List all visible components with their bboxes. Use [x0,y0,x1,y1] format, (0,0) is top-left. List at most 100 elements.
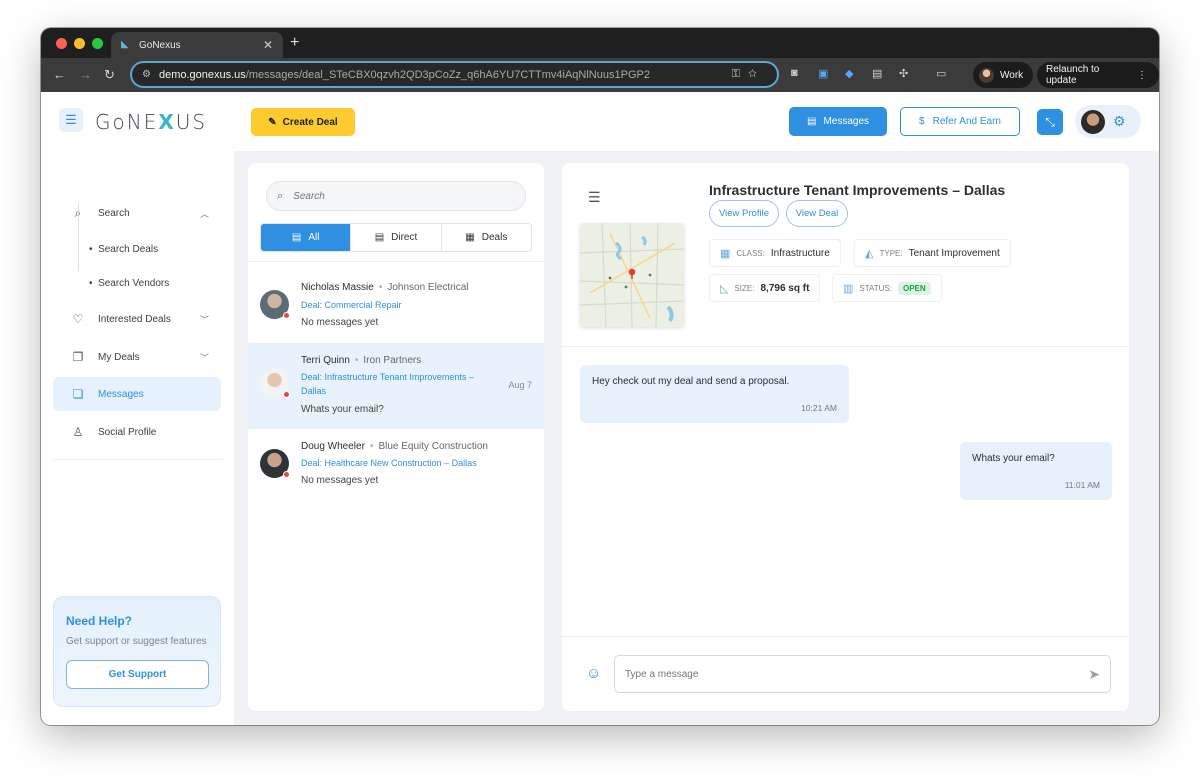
sidebar: ⌕ Search ︿ • Search Deals • Search Vendo… [41,151,234,725]
composer-divider [562,636,1129,637]
sidebar-item-my-deals[interactable]: ❐ My Deals ﹀ [53,340,221,374]
new-tab-button[interactable]: + [290,34,299,52]
conversation-filter-tabs: ▤ All ▤ Direct ▦ Deals [260,223,532,252]
message-composer[interactable]: ➤ [614,655,1111,693]
last-message: No messages yet [301,475,379,486]
conversation-search[interactable]: ⌕ [266,181,526,211]
view-deal-button[interactable]: View Deal [786,200,848,227]
submenu-guide-line [78,203,79,271]
emoji-icon[interactable]: ☺ [586,665,601,682]
gonexus-logo[interactable]: GoNEXUS [95,110,207,134]
view-profile-button[interactable]: View Profile [709,200,779,227]
refer-and-earn-button[interactable]: $ Refer And Earn [900,107,1020,136]
message-input[interactable] [625,668,1089,680]
chat-panel: ☰ Infrastructure Tenant Improvements – D… [562,163,1129,711]
sidebar-item-social-profile[interactable]: ♙ Social Profile [53,415,221,449]
relaunch-button[interactable]: Relaunch to update ⋮ [1037,62,1159,88]
close-window-button[interactable] [56,38,67,49]
logo-text-2: US [175,110,208,134]
sidebar-divider [53,459,223,460]
tab-label: Deals [481,232,508,243]
tab-search-icon[interactable]: ▭ [936,67,946,80]
create-deal-button[interactable]: ✎ Create Deal [251,108,355,136]
key-and-star-icons[interactable]: ⚿☆ [732,68,765,81]
puzzle-extension-icon[interactable]: ✣ [899,67,908,80]
messages-button[interactable]: ▤ Messages [789,107,887,136]
get-support-button[interactable]: Get Support [66,660,209,689]
user-profile-group[interactable]: ⚙ [1075,105,1141,138]
conversation-item[interactable]: Nicholas Massie • Johnson Electrical Deal:… [248,262,544,348]
logo-text-1: GoNE [95,110,159,134]
sidebar-item-search-vendors[interactable]: • Search Vendors [89,278,169,289]
sidebar-item-messages[interactable]: ❏ Messages [53,377,221,411]
user-avatar[interactable] [1081,109,1105,134]
tab-close-icon[interactable]: ✕ [263,38,273,52]
sidebar-item-search-deals[interactable]: • Search Deals [89,244,158,255]
tag-extension-icon[interactable]: ◆ [845,67,853,80]
chat-menu-icon[interactable]: ☰ [588,189,601,206]
chevron-down-icon: ﹀ [199,352,209,363]
deal-link[interactable]: Deal: Healthcare New Construction – Dall… [301,456,531,470]
meta-label: SIZE: [734,283,755,293]
menu-toggle-icon[interactable]: ☰ [59,108,83,132]
meta-label: STATUS: [859,283,892,293]
back-arrow-icon[interactable]: ← [53,67,66,82]
messages-label: Messages [823,116,870,127]
site-info-icon[interactable]: ⚙ [142,69,151,80]
gear-icon[interactable]: ⚙ [1113,113,1126,130]
tab-all[interactable]: ▤ All [261,224,352,251]
sidebar-item-label: My Deals [98,351,140,363]
conversation-search-input[interactable] [293,190,494,202]
forward-arrow-icon[interactable]: → [79,67,92,82]
avatar [260,290,290,319]
building-icon: ▦ [720,247,731,260]
minimize-window-button[interactable] [74,38,85,49]
unread-dot [283,391,290,398]
last-message: Whats your email? [301,404,384,415]
browser-tab-gonexus[interactable]: ◣ GoNexus ✕ [111,32,283,58]
camera-extension-icon[interactable]: ◙ [791,67,798,79]
conversation-item[interactable]: Doug Wheeler • Blue Equity Construction De… [248,429,544,515]
person-icon: ♙ [72,425,84,439]
unread-dot [283,471,290,478]
deal-link[interactable]: Deal: Commercial Repair [301,298,501,312]
maximize-window-button[interactable] [92,38,103,49]
profile-chip[interactable]: Work [973,62,1034,88]
sidebar-item-label: Messages [98,388,144,400]
conversation-item-active[interactable]: Terri Quinn • Iron Partners Deal: Infrastr… [248,343,544,429]
meta-value: 8,796 sq ft [760,282,810,294]
deal-size-meta: ◺ SIZE: 8,796 sq ft [709,274,821,302]
meta-label: TYPE: [879,248,903,258]
collapse-icon[interactable]: ⤡ [1037,109,1063,135]
message-text: Hey check out my deal and send a proposa… [592,376,790,387]
chat-icon: ❏ [72,387,84,401]
url-host: demo.gonexus.us [158,68,246,81]
send-icon[interactable]: ➤ [1088,666,1100,683]
kebab-menu-icon: ⋮ [1137,69,1147,81]
devtools-extension-icon[interactable]: ▤ [872,67,882,80]
last-message: No messages yet [301,317,379,328]
sidebar-item-label: Social Profile [98,426,157,438]
sidebar-item-interested-deals[interactable]: ♡ Interested Deals ﹀ [53,302,221,336]
profile-avatar [979,67,994,83]
site-favicon-icon: ◣ [121,39,129,50]
address-bar[interactable]: ⚙ demo.gonexus.us/messages/deal_STeCBX0q… [130,61,779,88]
conversation-date: Aug 7 [508,380,532,390]
translate-extension-icon[interactable]: ▣ [818,67,828,80]
message-time: 11:01 AM [1064,480,1100,490]
conversation-header: Terri Quinn • Iron Partners [301,355,421,366]
help-title: Need Help? [66,614,133,628]
tab-label: Direct [391,232,418,243]
conversation-list-panel: ⌕ ▤ All ▤ Direct ▦ Deals Nicholas Massie… [248,163,544,711]
reload-icon[interactable]: ↻ [104,67,115,83]
tab-direct[interactable]: ▤ Direct [351,224,442,251]
map-graphic [580,223,684,327]
meta-value: Tenant Improvement [908,247,1000,259]
status-badge: OPEN [898,281,931,295]
tab-deals[interactable]: ▦ Deals [441,224,531,251]
deal-link[interactable]: Deal: Infrastructure Tenant Improvements… [301,370,501,398]
deal-title: Infrastructure Tenant Improvements – Dal… [709,182,1006,198]
deal-map-thumbnail[interactable] [580,223,684,327]
chevron-down-icon: ﹀ [199,314,209,325]
meta-value: Infrastructure [770,247,830,259]
